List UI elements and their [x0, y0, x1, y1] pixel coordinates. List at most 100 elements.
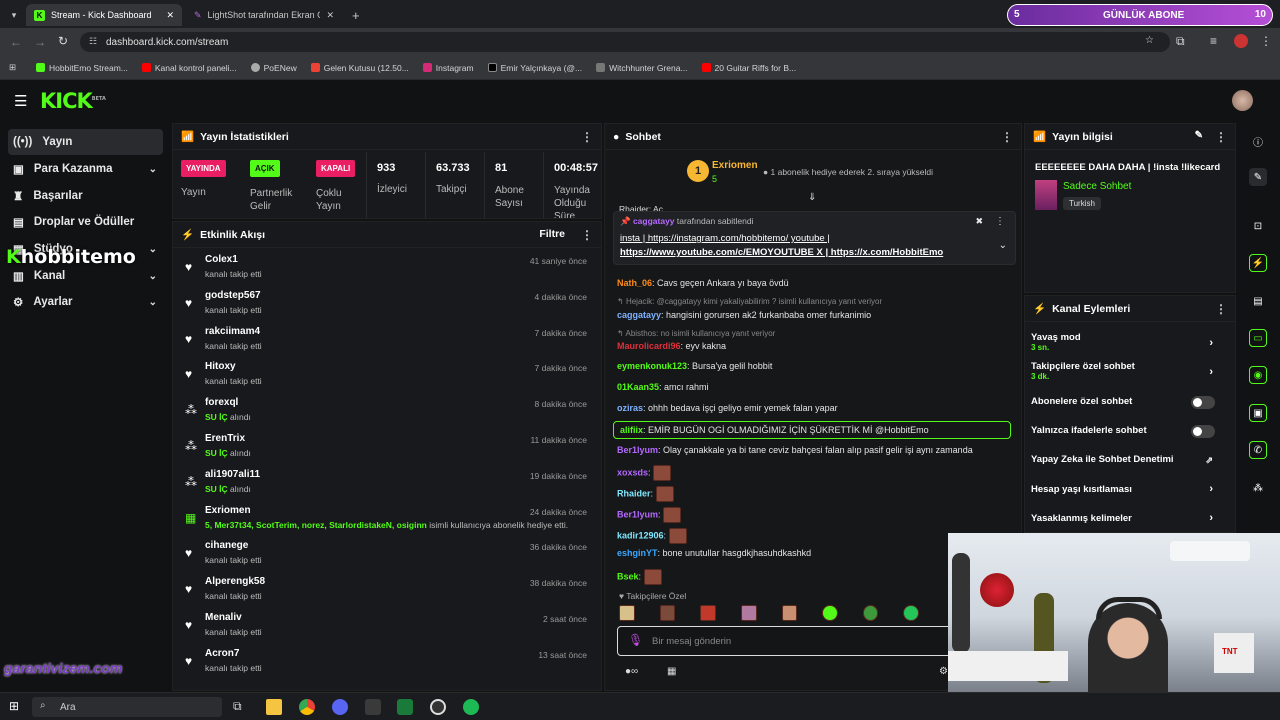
task-view-icon[interactable]: ⧉ — [233, 699, 242, 714]
sidebar-item-droplar[interactable]: ▤ Droplar ve Ödüller — [8, 209, 163, 235]
category-name[interactable]: Sadece Sohbet — [1063, 181, 1131, 192]
chat-username[interactable]: caggatayy — [617, 310, 661, 320]
chat-username[interactable]: Nath_06 — [617, 278, 652, 288]
kebab-menu-icon[interactable]: ⋮ — [581, 130, 593, 144]
bookmark-item[interactable]: Emir Yalçınkaya (@... — [487, 63, 582, 73]
kebab-menu-icon[interactable]: ⋮ — [995, 216, 1005, 227]
pinned-line-2[interactable]: https://www.youtube.com/c/EMOYOUTUBE X |… — [620, 247, 943, 258]
bookmark-item[interactable]: Gelen Kutusu (12.50... — [310, 63, 409, 73]
chat-username[interactable]: eymenkonuk123 — [617, 361, 687, 371]
document-icon[interactable]: ▤ — [1249, 292, 1267, 310]
wrench-icon[interactable]: ✆ — [1249, 441, 1267, 459]
chat-username[interactable]: 01Kaan35 — [617, 382, 659, 392]
bookmark-item[interactable]: Instagram — [422, 63, 474, 73]
close-tab-icon[interactable]: ✕ — [166, 10, 174, 21]
info-icon[interactable]: ⓘ — [1249, 132, 1267, 150]
file-explorer-icon[interactable] — [266, 699, 282, 715]
chat-username[interactable]: Bsek — [617, 571, 639, 581]
chat-username[interactable]: Rhaider — [617, 488, 651, 498]
pinned-line-1[interactable]: insta | https://instagram.com/hobbitemo/… — [620, 233, 830, 244]
chat-username[interactable]: xoxsds — [617, 467, 648, 477]
chat-username[interactable]: Ber1lyum — [617, 445, 658, 455]
user-avatar[interactable] — [1232, 90, 1253, 111]
slow-mode-row[interactable]: Yavaş mod 3 sn. › — [1031, 332, 1221, 358]
forward-icon[interactable]: → — [34, 35, 46, 49]
followers-only-row[interactable]: Takipçilere özel sohbet 3 dk. › — [1031, 361, 1221, 387]
emote-icon[interactable] — [822, 605, 838, 621]
sidebar-item-ayarlar[interactable]: ⚙ Ayarlar ⌄ — [8, 289, 163, 315]
tab-list-button[interactable]: ▾ — [4, 4, 24, 26]
kebab-menu-icon[interactable]: ⋮ — [1215, 302, 1227, 316]
emote-icon[interactable] — [619, 605, 635, 621]
site-info-icon[interactable]: ☷ — [89, 36, 97, 47]
emote-only-toggle[interactable] — [1191, 425, 1215, 438]
chevron-down-icon[interactable]: ⌄ — [999, 240, 1007, 251]
microphone-icon[interactable]: 🎙 — [628, 633, 643, 647]
chat-username[interactable]: Ber1lyum — [617, 509, 658, 519]
subscribers-only-toggle[interactable] — [1191, 396, 1215, 409]
emote-icon[interactable] — [700, 605, 716, 621]
sidebar-item-basarilar[interactable]: ♜ Başarılar — [8, 183, 163, 209]
chat-settings-icon[interactable]: ⚙ — [939, 666, 948, 677]
gift-box-icon[interactable]: ▦ — [667, 666, 676, 677]
chat-username[interactable]: alifiix — [620, 425, 643, 435]
chat-icon[interactable]: ▭ — [1249, 329, 1267, 347]
unpin-icon[interactable]: ✖ — [975, 216, 983, 227]
emote-icon[interactable] — [903, 605, 919, 621]
bookmark-item[interactable]: Witchhunter Grena... — [596, 63, 688, 73]
spotify-icon[interactable] — [463, 699, 479, 715]
account-age-row[interactable]: Hesap yaşı kısıtlaması › — [1031, 483, 1221, 510]
emote-icon[interactable] — [740, 605, 757, 621]
bookmark-item[interactable]: 20 Guitar Riffs for B... — [701, 63, 796, 73]
media-icon[interactable]: ≡ — [1210, 34, 1217, 48]
emote-icon[interactable] — [781, 605, 798, 621]
reload-icon[interactable]: ↻ — [58, 34, 68, 48]
discord-icon[interactable] — [332, 699, 348, 715]
windows-start-icon[interactable]: ⊞ — [9, 699, 19, 713]
apps-icon[interactable]: ⁂ — [1249, 479, 1267, 497]
close-tab-icon[interactable]: ✕ — [326, 10, 334, 21]
emote-icon[interactable] — [659, 605, 676, 621]
new-tab-button[interactable]: + — [344, 4, 368, 26]
profile-avatar[interactable] — [1234, 34, 1248, 48]
app-icon[interactable] — [397, 699, 413, 715]
kick-logo[interactable]: KICKBETA — [40, 89, 106, 113]
tab-lightshot[interactable]: ✎ LightShot tarafından Ekran Gör... ✕ — [186, 4, 342, 26]
chat-username[interactable]: oziras — [617, 403, 643, 413]
storage-icon[interactable]: ▣ — [1249, 404, 1267, 422]
bookmark-item[interactable]: PoENew — [250, 63, 297, 73]
kebab-menu-icon[interactable]: ⋮ — [581, 228, 593, 242]
taskbar-search[interactable]: ⌕ Ara — [32, 697, 222, 717]
chat-username[interactable]: eshginYT — [617, 548, 658, 558]
bookmark-star-icon[interactable]: ☆ — [1145, 35, 1154, 46]
app-icon[interactable] — [365, 699, 381, 715]
url-input[interactable]: ☷ dashboard.kick.com/stream ☆ — [80, 32, 1170, 52]
obs-icon[interactable] — [430, 699, 446, 715]
kebab-menu-icon[interactable]: ⋮ — [1001, 130, 1013, 144]
points-icon[interactable]: ●∞ — [625, 666, 638, 677]
kebab-menu-icon[interactable]: ⋮ — [1215, 130, 1227, 144]
chat-username[interactable]: kadir12906 — [617, 530, 664, 540]
hamburger-menu-icon[interactable]: ☰ — [14, 92, 27, 110]
chrome-icon[interactable] — [299, 699, 315, 715]
chat-username[interactable]: Maurolicardi96 — [617, 341, 681, 351]
edit-icon[interactable]: ✎ — [1249, 168, 1267, 186]
emote-icon[interactable] — [862, 605, 879, 621]
apps-grid-icon[interactable]: ⊞ — [9, 62, 16, 73]
tab-kick-dashboard[interactable]: K Stream - Kick Dashboard ✕ — [26, 4, 182, 26]
browser-menu-icon[interactable]: ⋮ — [1260, 34, 1272, 48]
ai-moderation-row[interactable]: Yapay Zeka ile Sohbet Denetimi ⇗ — [1031, 454, 1221, 480]
back-icon[interactable]: ← — [10, 35, 22, 49]
broadcast-icon[interactable]: ◉ — [1249, 366, 1267, 384]
filter-button[interactable]: Filtre — [539, 228, 565, 240]
chat-input[interactable]: 🎙 Bir mesaj gönderin — [617, 626, 957, 656]
lightning-icon[interactable]: ⚡ — [1249, 254, 1267, 272]
collapse-icon[interactable]: ⇓ — [808, 192, 816, 203]
crop-icon[interactable]: ⊡ — [1249, 217, 1267, 235]
sidebar-item-yayin[interactable]: ((•)) Yayın — [8, 129, 163, 155]
bookmark-item[interactable]: HobbitEmo Stream... — [36, 63, 128, 73]
extensions-icon[interactable]: ⧉ — [1176, 34, 1185, 49]
edit-icon[interactable]: ✎ — [1195, 130, 1203, 141]
sidebar-item-para-kazanma[interactable]: ▣ Para Kazanma ⌄ — [8, 156, 163, 182]
bookmark-item[interactable]: Kanal kontrol paneli... — [141, 63, 237, 73]
